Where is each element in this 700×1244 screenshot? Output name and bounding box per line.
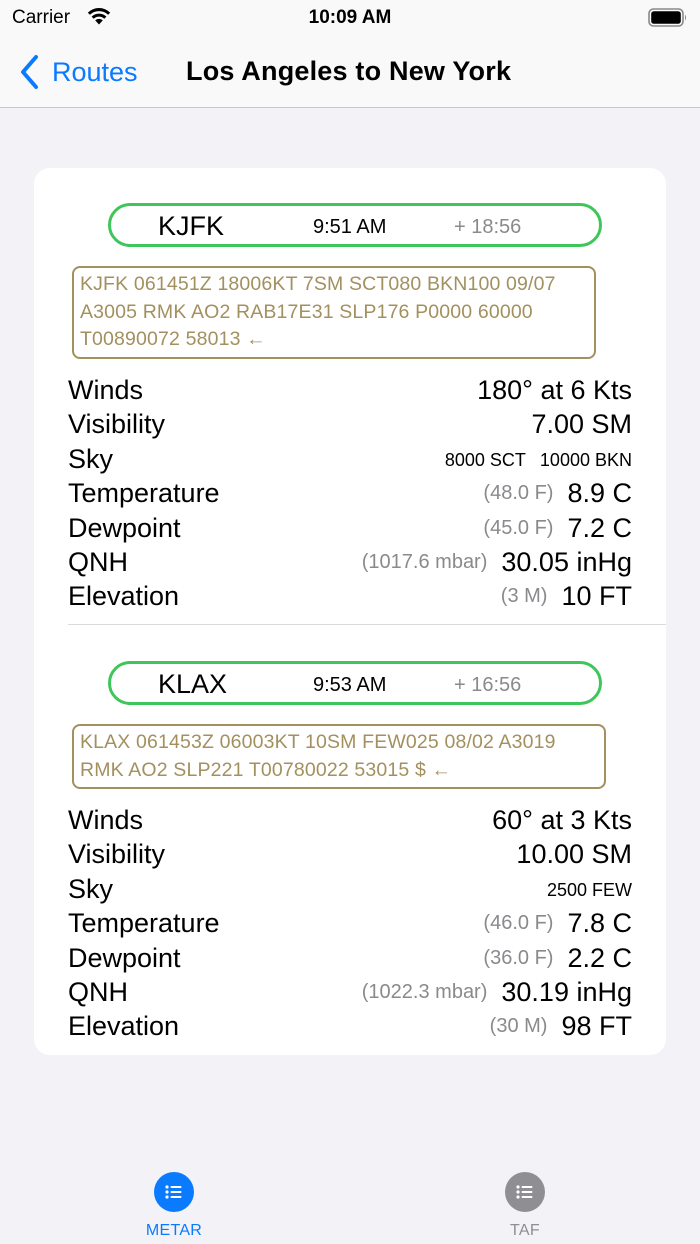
- raw-metar-line: KJFK 061451Z 18006KT 7SM SCT080 BKN100 0…: [80, 273, 556, 295]
- row-label: Visibility: [68, 409, 166, 440]
- tab-bar: METAR TAF: [0, 1160, 700, 1244]
- decoded-rows: Winds 60° at 3 Kts Visibility 10.00 SM S…: [68, 805, 632, 1046]
- back-button-label: Routes: [52, 56, 138, 87]
- temperature-alt: (46.0 F): [483, 912, 554, 935]
- row-label: Temperature: [68, 478, 220, 509]
- observation-age: + 18:56: [454, 216, 522, 238]
- dewpoint-alt: (36.0 F): [483, 946, 554, 969]
- temperature-alt: (48.0 F): [483, 482, 554, 505]
- dewpoint-main: 7.2 C: [567, 512, 632, 543]
- row-label: Winds: [68, 805, 144, 835]
- status-bar: Carrier 10:09 AM: [0, 0, 700, 36]
- row-label: Visibility: [68, 839, 166, 870]
- row-winds: Winds 60° at 3 Kts: [68, 805, 632, 839]
- list-icon: [154, 1172, 194, 1212]
- sky-layer: 10000 BKN: [539, 449, 632, 470]
- metar-card: KJFK 9:51 AM + 18:56 KJFK 061451Z 18006K…: [34, 168, 666, 1055]
- row-qnh: QNH (1022.3 mbar) 30.19 inHg: [68, 977, 632, 1011]
- qnh-value: (1017.6 mbar) 30.05 inHg: [362, 547, 632, 578]
- elevation-value: (30 M) 98 FT: [490, 1011, 632, 1042]
- chevron-left-icon: [21, 55, 38, 89]
- tab-label: METAR: [145, 1222, 203, 1239]
- row-label: Temperature: [68, 908, 220, 939]
- temperature-main: 7.8 C: [567, 908, 632, 939]
- clock: 10:09 AM: [308, 7, 392, 28]
- station-id: KLAX: [158, 669, 228, 699]
- qnh-alt: (1017.6 mbar): [361, 550, 488, 573]
- temperature-main: 8.9 C: [567, 478, 632, 509]
- row-label: QNH: [68, 976, 128, 1007]
- raw-metar-line: T00890072 58013 ←: [80, 328, 266, 350]
- row-sky: Sky 2500 FEW: [68, 874, 632, 908]
- sky-layer: 8000 SCT: [444, 449, 526, 470]
- temperature-value: (46.0 F) 7.8 C: [483, 908, 632, 939]
- row-qnh: QNH (1017.6 mbar) 30.05 inHg: [68, 547, 632, 581]
- page-title: Los Angeles to New York: [186, 56, 512, 86]
- back-button[interactable]: Routes: [18, 52, 138, 92]
- qnh-main: 30.05 inHg: [501, 546, 632, 577]
- observation-time: 9:51 AM: [313, 216, 387, 238]
- raw-metar-line: A3005 RMK AO2 RAB17E31 SLP176 P0000 6000…: [80, 300, 533, 323]
- raw-metar-text: KJFK 061451Z 18006KT 7SM SCT080 BKN100 0…: [72, 266, 596, 359]
- dewpoint-main: 2.2 C: [567, 942, 632, 973]
- dewpoint-alt: (45.0 F): [483, 516, 554, 539]
- elevation-main: 98 FT: [561, 1011, 632, 1042]
- row-label: Elevation: [68, 581, 180, 612]
- tab-taf[interactable]: TAF: [475, 1172, 575, 1240]
- dewpoint-value: (45.0 F) 7.2 C: [483, 513, 632, 544]
- row-label: Sky: [68, 873, 114, 904]
- row-dewpoint: Dewpoint (45.0 F) 7.2 C: [68, 513, 632, 547]
- qnh-alt: (1022.3 mbar): [361, 980, 488, 1003]
- raw-metar-line: KLAX 061453Z 06003KT 10SM FEW025 08/02 A…: [80, 731, 556, 753]
- observation-age: + 16:56: [454, 674, 522, 696]
- row-temperature: Temperature (46.0 F) 7.8 C: [68, 908, 632, 942]
- row-elevation: Elevation (30 M) 98 FT: [68, 1011, 632, 1045]
- station-id: KJFK: [158, 211, 225, 241]
- row-label: Dewpoint: [68, 512, 181, 543]
- visibility-value: 7.00 SM: [531, 409, 632, 440]
- elevation-value: (3 M) 10 FT: [501, 581, 632, 612]
- elevation-alt: (3 M): [500, 585, 548, 608]
- elevation-alt: (30 M): [489, 1015, 548, 1038]
- winds-value: 60° at 3 Kts: [492, 805, 632, 835]
- visibility-value: 10.00 SM: [516, 839, 632, 870]
- row-sky: Sky 8000 SCT 10000 BKN: [68, 444, 632, 478]
- row-winds: Winds 180° at 6 Kts: [68, 375, 632, 409]
- row-visibility: Visibility 7.00 SM: [68, 409, 632, 443]
- qnh-main: 30.19 inHg: [501, 976, 632, 1007]
- tab-metar[interactable]: METAR: [124, 1172, 224, 1240]
- section-divider: [68, 624, 666, 625]
- sky-layer: 2500 FEW: [546, 879, 632, 900]
- row-elevation: Elevation (3 M) 10 FT: [68, 581, 632, 615]
- sky-value: 2500 FEW: [547, 880, 632, 901]
- navigation-bar: Routes Los Angeles to New York: [0, 36, 700, 108]
- observation-time: 9:53 AM: [313, 674, 387, 696]
- row-temperature: Temperature (48.0 F) 8.9 C: [68, 478, 632, 512]
- row-label: Sky: [68, 443, 114, 474]
- station-header-pill[interactable]: KJFK 9:51 AM + 18:56: [108, 203, 602, 247]
- elevation-main: 10 FT: [561, 581, 632, 612]
- raw-metar-line: RMK AO2 SLP221 T00780022 53015 $ ←: [80, 758, 452, 781]
- tab-label: TAF: [510, 1222, 540, 1239]
- station-header-pill[interactable]: KLAX 9:53 AM + 16:56: [108, 661, 602, 705]
- row-label: Winds: [68, 375, 144, 405]
- row-label: QNH: [68, 546, 128, 577]
- temperature-value: (48.0 F) 8.9 C: [483, 478, 632, 509]
- sky-value: 8000 SCT 10000 BKN: [445, 450, 632, 471]
- row-label: Dewpoint: [68, 942, 181, 973]
- dewpoint-value: (36.0 F) 2.2 C: [483, 943, 632, 974]
- list-icon: [505, 1172, 545, 1212]
- battery-icon: [648, 8, 687, 27]
- raw-metar-text: KLAX 061453Z 06003KT 10SM FEW025 08/02 A…: [72, 724, 606, 789]
- decoded-rows: Winds 180° at 6 Kts Visibility 7.00 SM S…: [68, 375, 632, 616]
- row-visibility: Visibility 10.00 SM: [68, 839, 632, 873]
- row-label: Elevation: [68, 1011, 180, 1042]
- qnh-value: (1022.3 mbar) 30.19 inHg: [362, 977, 632, 1008]
- winds-value: 180° at 6 Kts: [477, 375, 632, 405]
- row-dewpoint: Dewpoint (36.0 F) 2.2 C: [68, 943, 632, 977]
